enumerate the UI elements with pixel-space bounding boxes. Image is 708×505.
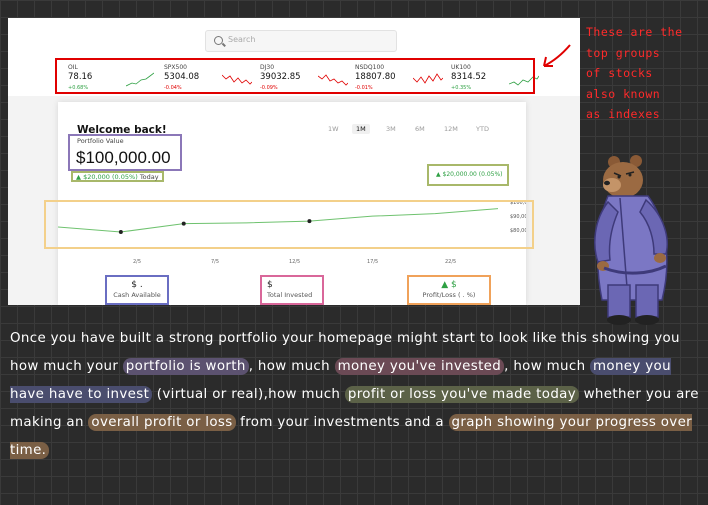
range-1m[interactable]: 1M [352,124,370,134]
para-text: , how much [248,359,335,374]
highlight-money-invested: money you've invested [334,358,505,375]
cash-value: $ . [131,280,143,290]
bear-illustration [594,155,668,325]
portfolio-value-label: Portfolio Value [77,137,124,145]
note-line: also known [586,86,661,101]
note-line: top groups [586,45,661,60]
search-placeholder: Search [228,35,256,44]
indexes-highlight [55,58,535,94]
x-axis: 2/5 7/5 12/5 17/5 22/5 [58,259,526,269]
range-1w[interactable]: 1W [328,125,339,133]
welcome-heading: Welcome back! [77,124,167,136]
total-invested-card[interactable]: $ Total Invested [260,275,324,305]
highlight-profit-today: profit or loss you've made today [344,386,580,403]
cash-label: Cash Available [113,291,161,299]
profit-loss-label: Profit/Loss ( . %) [422,291,476,299]
search-input[interactable]: Search [205,30,397,52]
para-text: (virtual or real),how much [152,387,345,402]
chart-highlight [44,200,534,249]
note-line: as indexes [586,107,661,121]
range-3m[interactable]: 3M [386,125,396,133]
invested-value: $ [267,280,273,290]
highlight-overall-profit: overall profit or loss [88,414,236,431]
range-ytd[interactable]: YTD [476,125,489,133]
explanation-paragraph: Once you have built a strong portfolio y… [10,325,700,465]
note-line: of stocks [586,66,653,80]
indexes-note: These are the top groups of stocks also … [586,22,706,125]
top-bar: Search OIL 78.16 +0.68% SPX500 5304.08 -… [8,18,580,97]
arrow-icon [543,44,571,67]
x-tick-label: 7/5 [211,259,220,265]
range-6m[interactable]: 6M [415,125,425,133]
today-change-value: ▲ $20,000 (0.05%) [76,173,138,181]
x-tick-label: 12/5 [289,259,301,265]
para-text: from your investments and a [235,415,449,430]
invested-label: Total Invested [267,291,313,299]
profit-loss-card[interactable]: ▲ $ Profit/Loss ( . %) [407,275,491,305]
portfolio-panel: Welcome back! Portfolio Value $100,000.0… [44,102,534,305]
cash-available-card[interactable]: $ . Cash Available [105,275,169,305]
app-screenshot: Search OIL 78.16 +0.68% SPX500 5304.08 -… [8,18,580,305]
today-change: ▲ $20,000 (0.05%) Today [76,173,159,181]
profit-loss-value: ▲ $ [441,280,457,290]
today-label: Today [139,173,159,181]
profit-change: ▲ $20,000.00 (0.05%) [436,171,503,178]
search-icon [214,36,223,45]
x-tick-label: 2/5 [133,259,142,265]
range-12m[interactable]: 12M [444,125,458,133]
x-tick-label: 22/5 [445,259,457,265]
highlight-portfolio-worth: portfolio is worth [122,358,249,375]
para-text: , how much [504,359,591,374]
x-tick-label: 17/5 [367,259,379,265]
portfolio-value: $100,000.00 [76,148,171,167]
note-line: These are the [586,25,683,39]
